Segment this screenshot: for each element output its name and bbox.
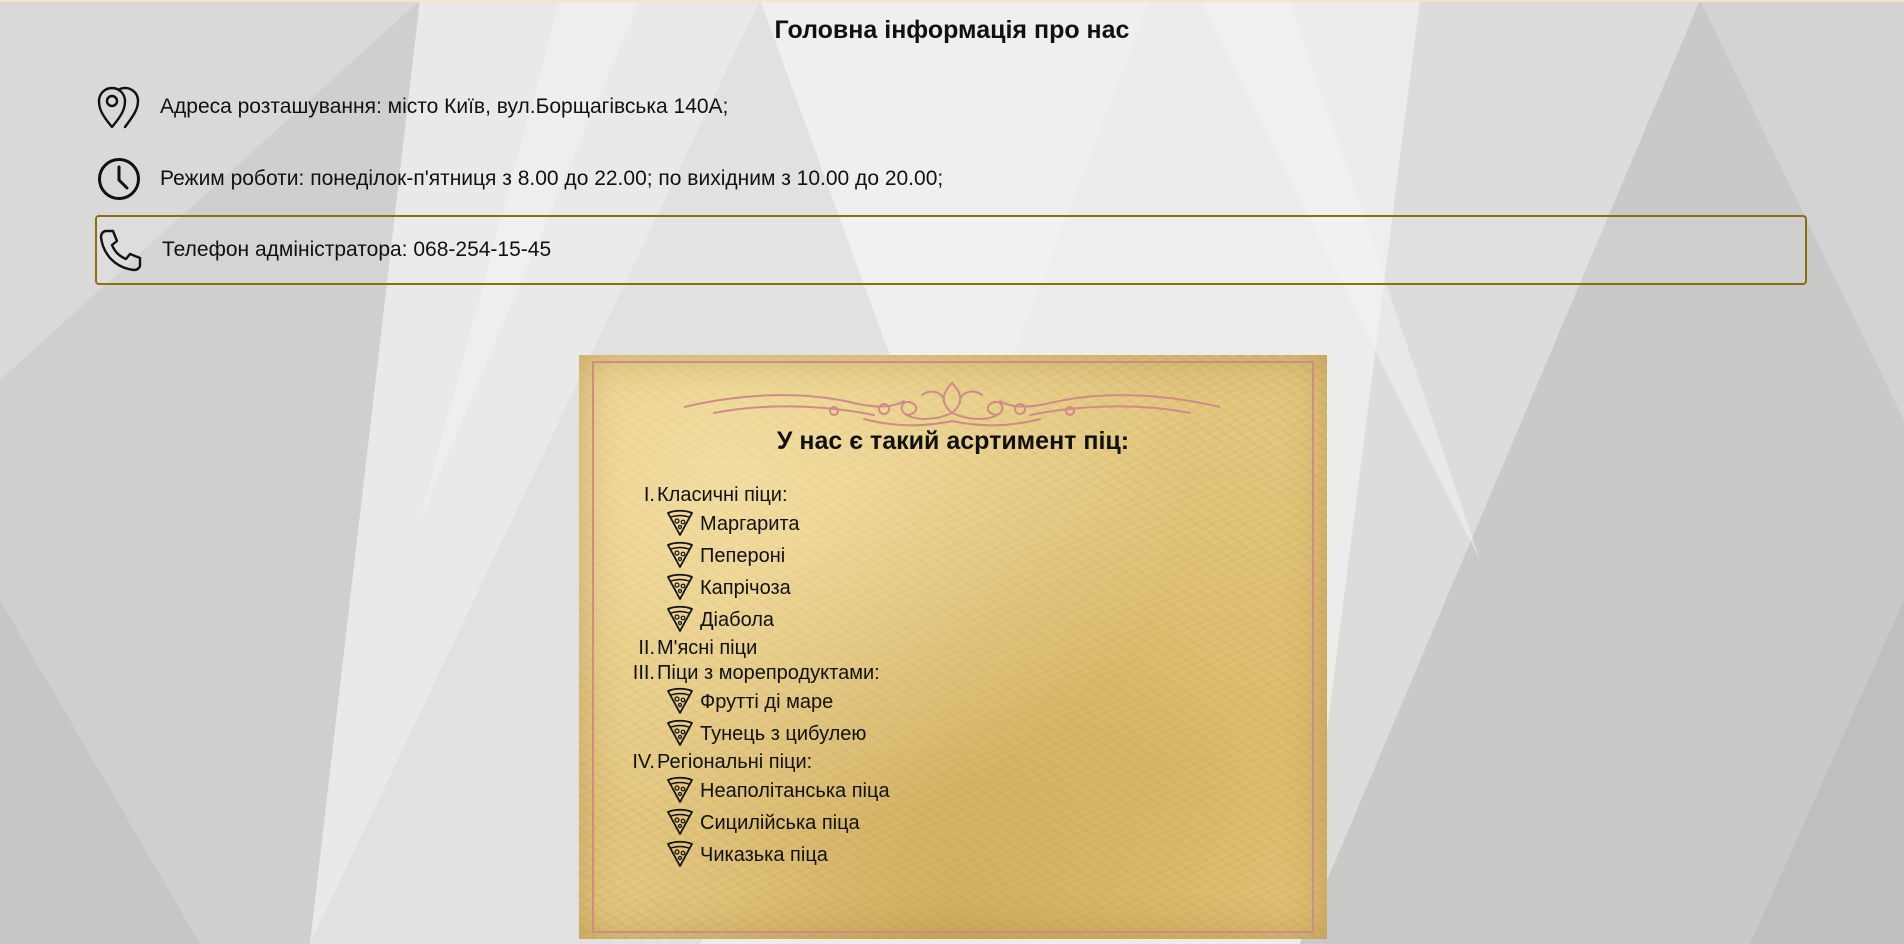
menu-item-label: Пепероні — [700, 545, 786, 567]
info-row-hours: Режим роботи: понеділок-п'ятниця з 8.00 … — [95, 144, 1807, 214]
menu-item-label: Фрутті ді маре — [700, 691, 834, 713]
pizza-slice-icon — [667, 605, 693, 632]
pizza-menu-card: У нас є такий асртимент піц: I. Класичні… — [579, 355, 1327, 939]
category-items: Маргарита Пепероні Капрічоза Діабола — [579, 508, 1327, 636]
menu-list: I. Класичні піци: Маргарита Пепероні Кап… — [579, 483, 1327, 871]
menu-category: III. Піци з морепродуктами: — [579, 661, 1327, 686]
menu-item: Маргарита — [579, 508, 1327, 540]
category-label: Регіональні піци: — [657, 751, 813, 773]
info-row-address: Адреса розташування: місто Київ, вул.Бор… — [95, 72, 1807, 142]
pizza-slice-icon — [667, 509, 693, 536]
menu-title: У нас є такий асртимент піц: — [776, 427, 1130, 455]
info-row-phone[interactable]: Телефон адміністратора: 068-254-15-45 — [95, 215, 1807, 285]
menu-item-label: Чиказька піца — [700, 844, 828, 866]
menu-item-label: Тунець з цибулею — [700, 723, 867, 745]
menu-item-label: Діабола — [700, 609, 775, 631]
menu-item: Чиказька піца — [579, 839, 1327, 871]
address-text: Адреса розташування: місто Київ, вул.Бор… — [160, 95, 729, 118]
page-content: Головна інформація про нас Адреса розташ… — [0, 0, 1904, 944]
pizza-slice-icon — [667, 541, 693, 568]
ornament-flourish — [684, 381, 1220, 427]
menu-item: Тунець з цибулею — [579, 718, 1327, 750]
menu-item: Фрутті ді маре — [579, 686, 1327, 718]
menu-category: II. М'ясні піци — [579, 636, 1327, 661]
pizza-slice-icon — [667, 808, 693, 835]
menu-item-label: Сицилійська піца — [700, 812, 860, 834]
menu-item: Сицилійська піца — [579, 807, 1327, 839]
menu-item: Неаполітанська піца — [579, 775, 1327, 807]
menu-item: Діабола — [579, 604, 1327, 636]
pizza-slice-icon — [667, 776, 693, 803]
category-items: Фрутті ді маре Тунець з цибулею — [579, 686, 1327, 750]
category-label: Піци з морепродуктами: — [657, 662, 880, 684]
phone-icon — [97, 226, 145, 274]
menu-item: Пепероні — [579, 540, 1327, 572]
map-pin-icon — [95, 83, 143, 131]
page-title: Головна інформація про нас — [774, 16, 1130, 44]
category-number: I. — [643, 484, 655, 506]
category-number: II. — [638, 637, 655, 659]
pizza-slice-icon — [667, 719, 693, 746]
pizza-slice-icon — [667, 840, 693, 867]
menu-item-label: Неаполітанська піца — [700, 780, 890, 802]
category-items: Неаполітанська піца Сицилійська піца Чик… — [579, 775, 1327, 871]
menu-category: I. Класичні піци: — [579, 483, 1327, 508]
hours-text: Режим роботи: понеділок-п'ятниця з 8.00 … — [160, 167, 944, 190]
category-number: IV. — [632, 751, 655, 773]
pizza-slice-icon — [667, 573, 693, 600]
menu-category: IV. Регіональні піци: — [579, 750, 1327, 775]
category-label: М'ясні піци — [657, 637, 758, 659]
menu-item-label: Капрічоза — [700, 577, 791, 599]
phone-text: Телефон адміністратора: 068-254-15-45 — [162, 238, 552, 261]
pizza-slice-icon — [667, 687, 693, 714]
category-number: III. — [632, 662, 655, 684]
menu-item: Капрічоза — [579, 572, 1327, 604]
clock-icon — [95, 155, 143, 203]
category-label: Класичні піци: — [657, 484, 788, 506]
menu-item-label: Маргарита — [700, 513, 800, 535]
